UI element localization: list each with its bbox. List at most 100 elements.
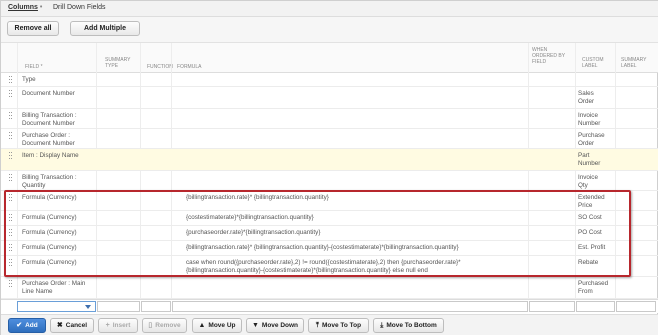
table-row[interactable]: Billing Transaction : Document Number Invo… [1, 109, 658, 129]
field-cell: Formula (Currency) [22, 194, 77, 201]
drag-handle-icon[interactable] [9, 90, 13, 97]
header-summary-type[interactable]: SUMMARY TYPE [105, 57, 130, 69]
tab-columns-label: Columns [8, 4, 38, 11]
required-marker: * [40, 64, 43, 70]
insert-button[interactable]: + Insert [98, 318, 138, 333]
add-button-label: Add [25, 322, 38, 329]
header-summary-label[interactable]: SUMMARY LABEL [621, 57, 646, 69]
field-cell: Item : Display Name [22, 152, 79, 159]
custom-label-input[interactable] [576, 301, 615, 312]
tab-drill-down-fields[interactable]: Drill Down Fields [53, 4, 106, 11]
custom-label-cell-line2: Order [578, 140, 595, 147]
field-cell-line2: Document Number [22, 140, 75, 147]
custom-label-cell: Extended [578, 194, 605, 201]
table-row[interactable]: Formula (Currency) {billingtransaction.ra… [1, 191, 658, 211]
custom-label-cell: PO Cost [578, 229, 602, 236]
custom-label-cell: Invoice [578, 112, 598, 119]
move-to-top-button[interactable]: ⤒ Move To Top [308, 318, 369, 333]
arrow-down-icon: ▼ [251, 322, 259, 329]
row-actions-bar: ✔ Add ✖ Cancel + Insert ▯ Remove ▲ Move Up ▼ M… [1, 314, 658, 335]
function-input[interactable] [141, 301, 171, 312]
drag-handle-icon[interactable] [9, 194, 13, 201]
drag-handle-icon[interactable] [9, 229, 13, 236]
field-cell-line2: Line Name [22, 288, 53, 295]
drag-handle-icon[interactable] [9, 112, 13, 119]
tab-columns[interactable]: Columns • [8, 4, 42, 11]
remove-button-label: Remove [155, 322, 181, 329]
table-row[interactable]: Billing Transaction : Quantity Invoice Qty [1, 171, 658, 191]
table-row[interactable]: Item : Display Name Part Number [1, 149, 658, 171]
header-field-label: FIELD [25, 64, 40, 70]
move-up-button[interactable]: ▲ Move Up [192, 318, 242, 333]
move-down-button-label: Move Down [261, 322, 299, 329]
custom-label-cell-line2: Price [578, 202, 593, 209]
field-cell: Formula (Currency) [22, 214, 77, 221]
field-select[interactable] [17, 301, 96, 312]
cancel-button-label: Cancel [65, 322, 88, 329]
cancel-button[interactable]: ✖ Cancel [50, 318, 94, 333]
formula-input[interactable] [172, 301, 528, 312]
header-summary-label-line2: LABEL [621, 63, 637, 69]
drag-handle-icon[interactable] [9, 259, 13, 266]
table-row[interactable]: Type [1, 73, 658, 87]
header-function[interactable]: FUNCTION [147, 64, 173, 70]
header-formula[interactable]: FORMULA [177, 64, 201, 70]
formula-cell: {costestimaterate}*{billingtransaction.q… [186, 214, 314, 221]
custom-label-cell: SO Cost [578, 214, 602, 221]
move-to-top-button-label: Move To Top [321, 322, 362, 329]
field-cell: Formula (Currency) [22, 244, 77, 251]
remove-button[interactable]: ▯ Remove [142, 318, 187, 333]
custom-label-cell: Est. Profit [578, 244, 606, 251]
table-row[interactable]: Formula (Currency) {costestimaterate}*{bi… [1, 211, 658, 226]
summary-type-input[interactable] [97, 301, 140, 312]
header-when-line3: FIELD [532, 59, 547, 65]
arrow-top-icon: ⤒ [315, 322, 319, 329]
formula-cell: {purchaseorder.rate}*{billingtransaction… [186, 229, 321, 236]
field-cell: Document Number [22, 90, 75, 97]
add-multiple-button[interactable]: Add Multiple [70, 21, 140, 36]
insert-button-label: Insert [112, 322, 131, 329]
custom-label-cell-line2: Number [578, 120, 601, 127]
field-cell: Purchase Order : [22, 132, 70, 139]
move-to-bottom-button-label: Move To Bottom [386, 322, 437, 329]
move-to-bottom-button[interactable]: ⤓ Move To Bottom [373, 318, 444, 333]
field-cell-line2: Quantity [22, 182, 46, 189]
custom-label-cell: Purchased [578, 280, 609, 287]
chevron-down-icon[interactable] [85, 305, 91, 309]
drag-handle-icon[interactable] [9, 174, 13, 181]
summary-label-input[interactable] [616, 301, 656, 312]
when-ordered-input[interactable] [529, 301, 575, 312]
drag-handle-icon[interactable] [9, 244, 13, 251]
drag-handle-icon[interactable] [9, 76, 13, 83]
arrow-up-icon: ▲ [198, 322, 206, 329]
field-cell: Billing Transaction : [22, 112, 77, 119]
formula-cell: {billingtransaction.rate}* {billingtrans… [186, 194, 329, 201]
table-row[interactable]: Formula (Currency) {billingtransaction.ra… [1, 241, 658, 256]
move-down-button[interactable]: ▼ Move Down [246, 318, 304, 333]
header-custom-label-line2: LABEL [582, 63, 598, 69]
header-custom-label[interactable]: CUSTOM LABEL [582, 57, 604, 69]
drag-handle-icon[interactable] [9, 132, 13, 139]
table-row[interactable]: Purchase Order : Document Number Purchase O… [1, 129, 658, 149]
header-field[interactable]: FIELD * [25, 64, 43, 70]
add-button[interactable]: ✔ Add [8, 318, 46, 333]
custom-label-cell-line2: Order [578, 98, 595, 105]
table-row[interactable]: Purchase Order : Main Line Name Purchased F… [1, 277, 658, 299]
drag-handle-icon[interactable] [9, 152, 13, 159]
header-when-ordered-by-field[interactable]: WHEN ORDERED BY FIELD [532, 47, 565, 65]
close-icon: ✖ [56, 322, 63, 329]
drag-handle-icon[interactable] [9, 214, 13, 221]
field-cell: Billing Transaction : [22, 174, 77, 181]
custom-label-cell: Part [578, 152, 590, 159]
drag-handle-icon[interactable] [9, 280, 13, 287]
table-row[interactable]: Formula (Currency) case when round({purch… [1, 256, 658, 277]
field-cell: Type [22, 76, 36, 83]
trash-icon: ▯ [148, 322, 153, 329]
field-cell-line2: Document Number [22, 120, 75, 127]
table-row[interactable]: Formula (Currency) {purchaseorder.rate}*{… [1, 226, 658, 241]
custom-label-cell: Invoice [578, 174, 598, 181]
plus-icon: + [105, 322, 110, 329]
custom-label-cell-line2: Number [578, 160, 601, 167]
table-row[interactable]: Document Number Sales Order [1, 87, 658, 109]
remove-all-button[interactable]: Remove all [7, 21, 59, 36]
